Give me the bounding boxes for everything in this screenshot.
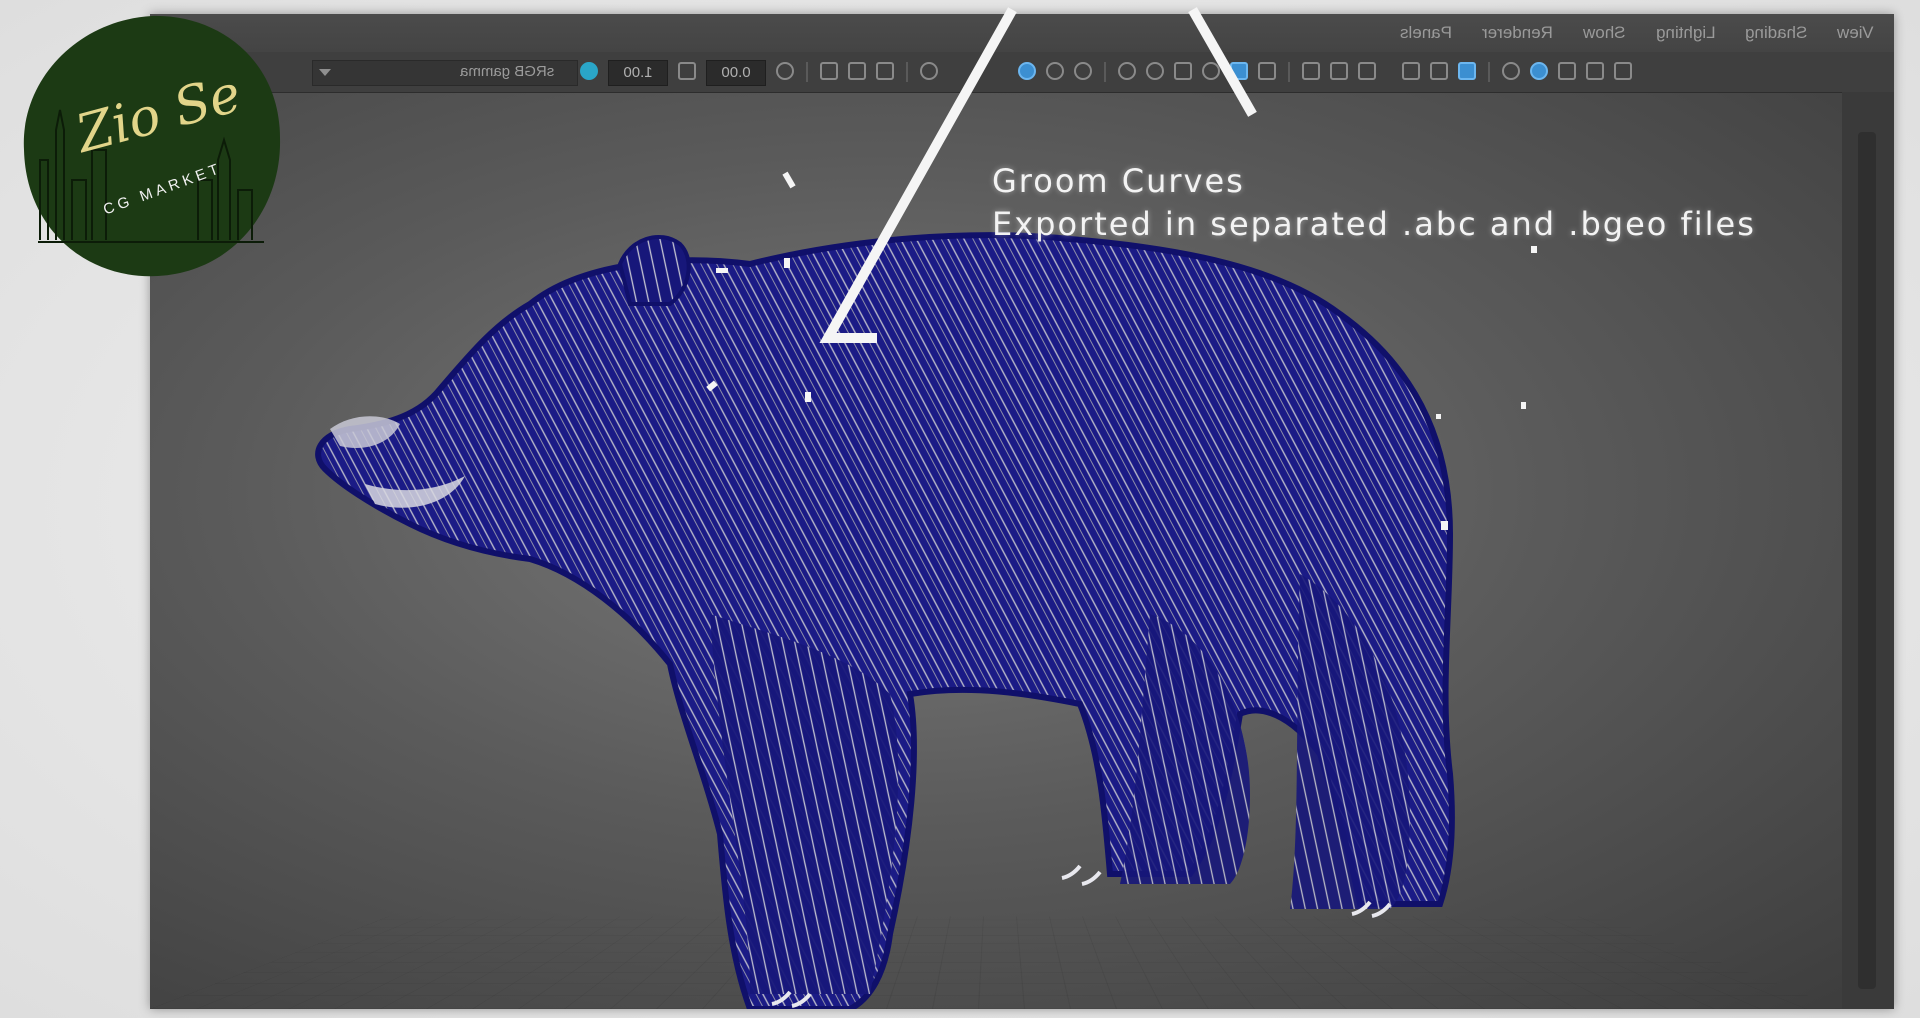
bear-ear (617, 234, 691, 306)
groom-curves-annotation: Groom Curves Exported in separated .abc … (992, 160, 1756, 246)
annotation-subtitle: Exported in separated .abc and .bgeo fil… (992, 205, 1756, 243)
zio-se-logo: Zio Se CG MARKET (18, 10, 286, 282)
scrollbar-thumb[interactable] (1858, 132, 1876, 989)
video-frame: Panels Renderer Show Lighting Shading Vi… (0, 0, 1920, 1018)
annotation-title: Groom Curves (992, 162, 1245, 200)
viewport-scrollbar[interactable] (1842, 92, 1894, 1009)
